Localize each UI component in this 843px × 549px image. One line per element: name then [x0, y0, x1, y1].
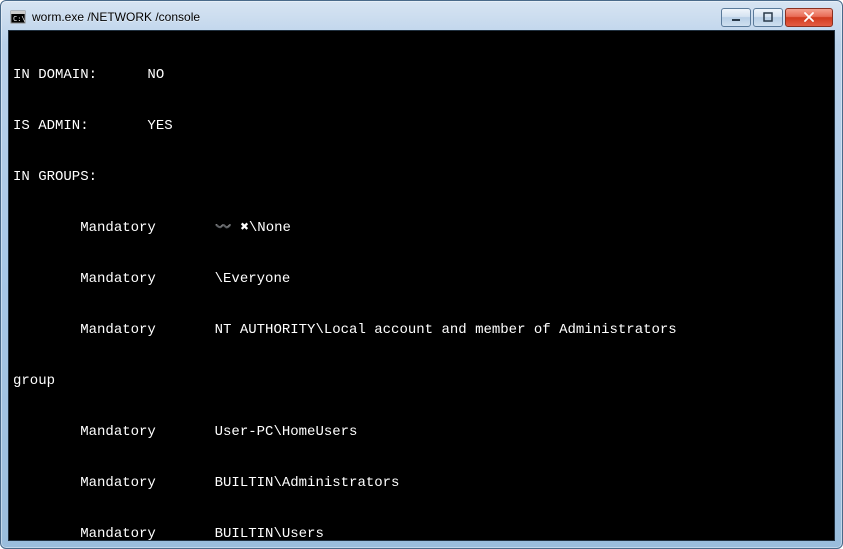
- console-line: Mandatory BUILTIN\Administrators: [13, 475, 830, 492]
- console-line: Mandatory 〰️ ✖\None: [13, 220, 830, 237]
- console-line: IS ADMIN: YES: [13, 118, 830, 135]
- console-line: IN DOMAIN: NO: [13, 67, 830, 84]
- window-title: worm.exe /NETWORK /console: [32, 10, 719, 24]
- window-controls: [719, 8, 833, 27]
- console-line: Mandatory \Everyone: [13, 271, 830, 288]
- console-output[interactable]: IN DOMAIN: NO IS ADMIN: YES IN GROUPS: M…: [8, 30, 835, 541]
- maximize-button[interactable]: [753, 8, 783, 27]
- titlebar[interactable]: C:\ worm.exe /NETWORK /console: [8, 8, 835, 30]
- minimize-button[interactable]: [721, 8, 751, 27]
- console-line: Mandatory User-PC\HomeUsers: [13, 424, 830, 441]
- console-line: IN GROUPS:: [13, 169, 830, 186]
- console-line: Mandatory BUILTIN\Users: [13, 526, 830, 541]
- console-line: group: [13, 373, 830, 390]
- app-icon: C:\: [10, 9, 26, 25]
- console-line: Mandatory NT AUTHORITY\Local account and…: [13, 322, 830, 339]
- close-button[interactable]: [785, 8, 833, 27]
- app-window: C:\ worm.exe /NETWORK /console IN DOMAIN…: [0, 0, 843, 549]
- svg-text:C:\: C:\: [13, 15, 26, 23]
